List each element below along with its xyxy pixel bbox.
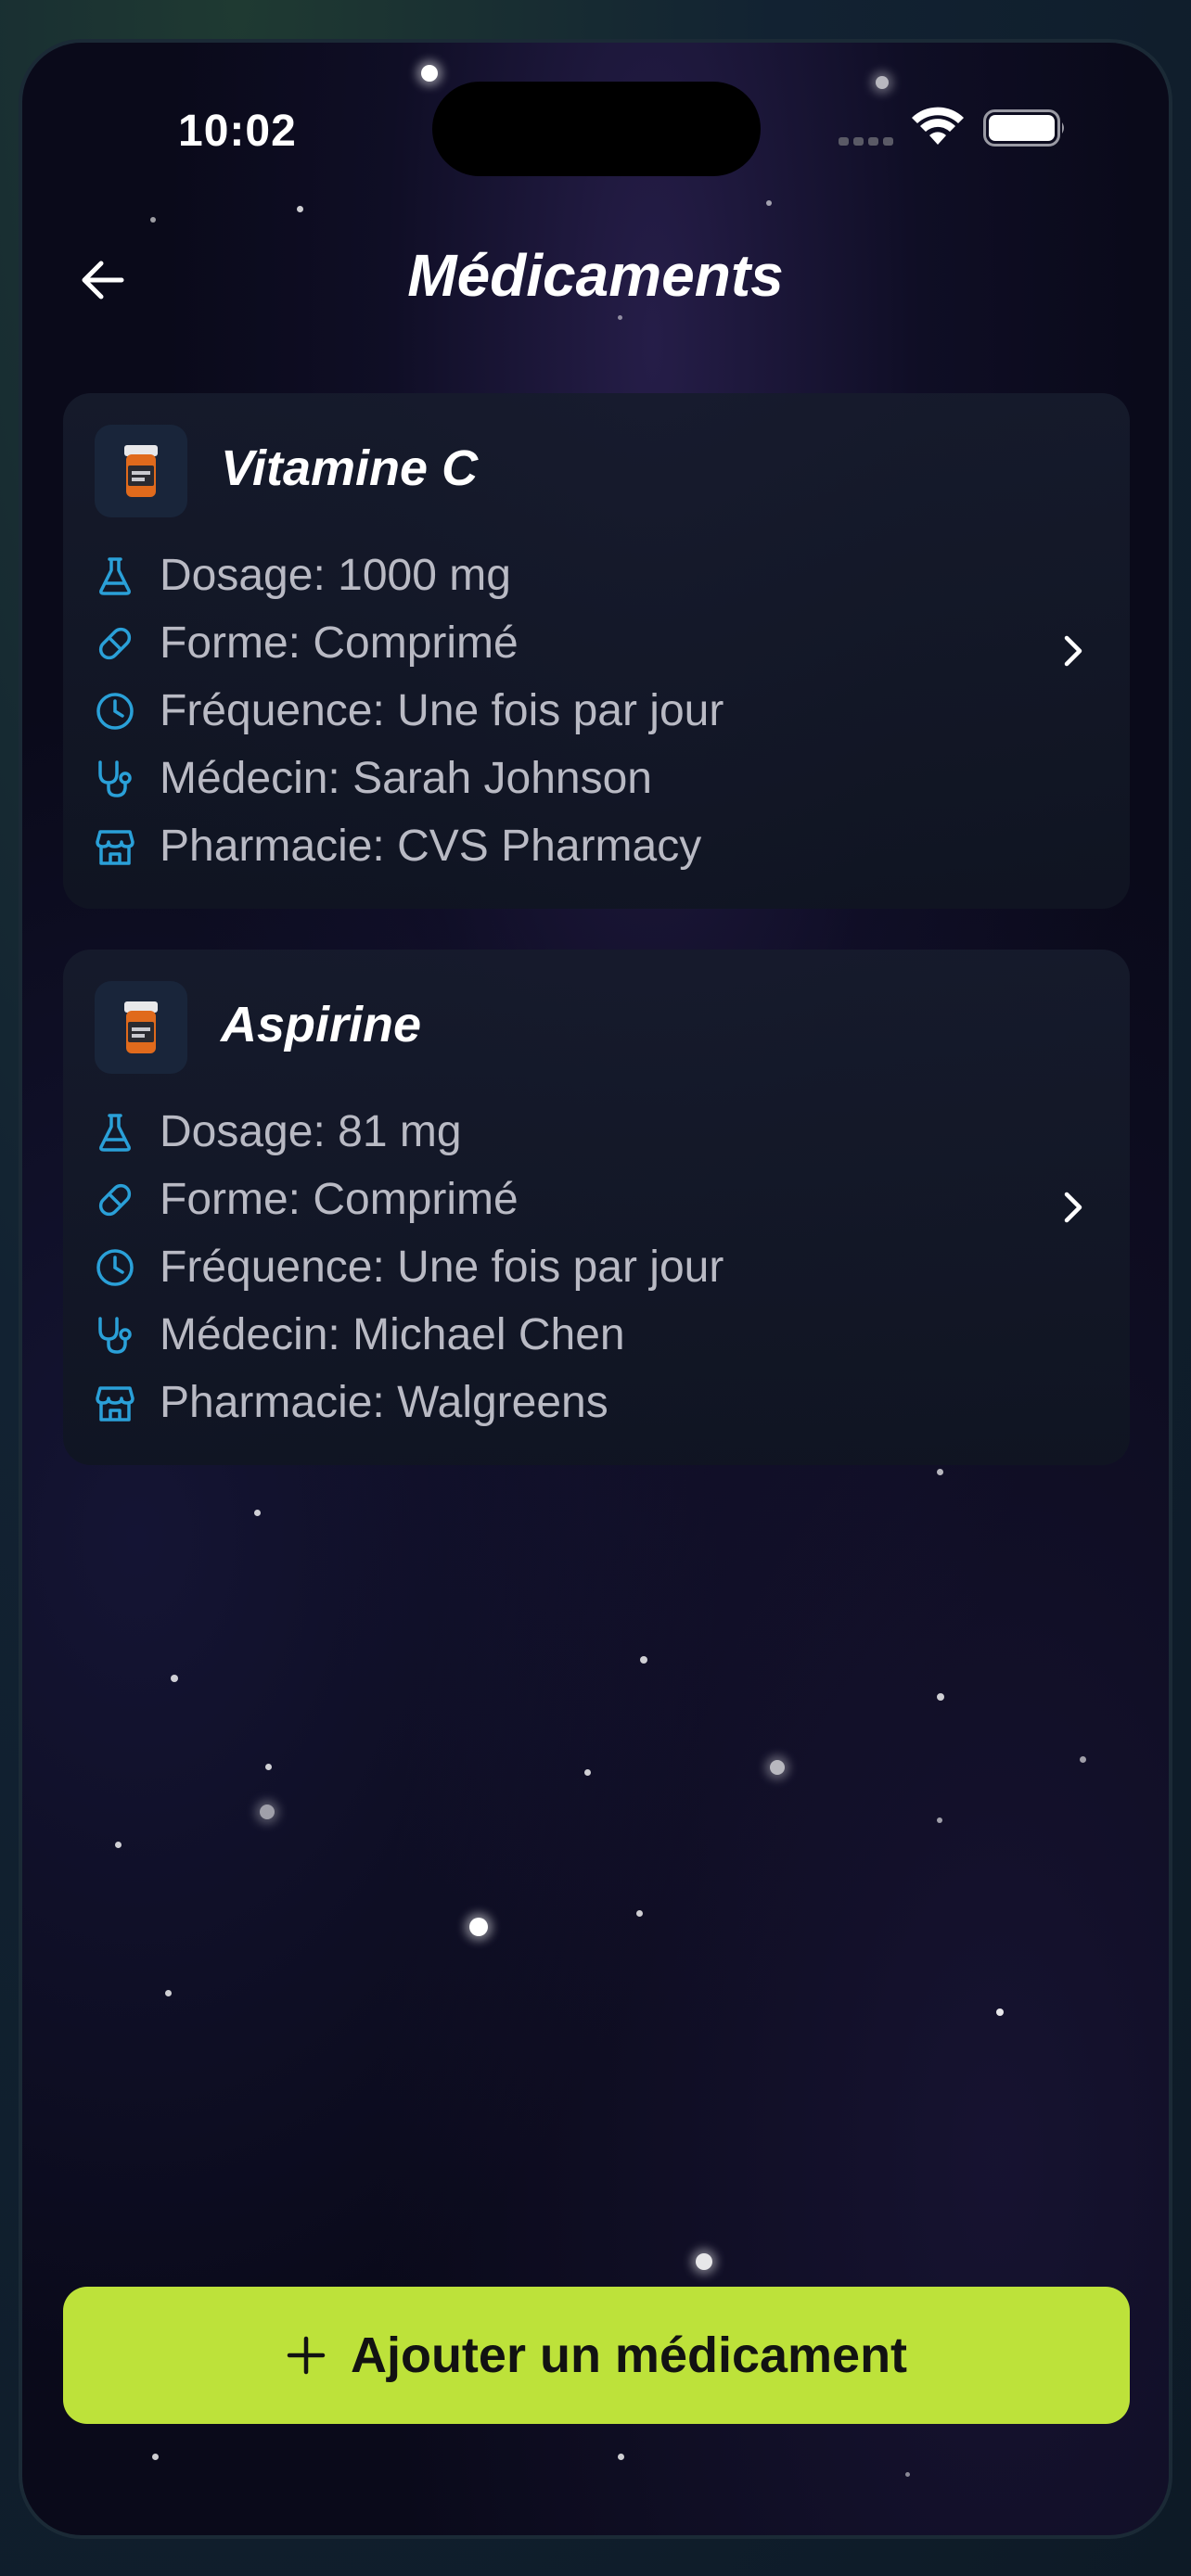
dosage-row: Dosage: 1000 mg <box>95 542 724 609</box>
star <box>618 2454 624 2460</box>
cellular-signal-icon <box>839 137 898 148</box>
star <box>905 2472 910 2477</box>
page-title: Médicaments <box>407 242 784 309</box>
form-row: Forme: Comprimé <box>95 1166 724 1233</box>
star <box>937 1693 944 1701</box>
pill-bottle-icon <box>95 425 187 517</box>
add-medication-button[interactable]: Ajouter un médicament <box>63 2287 1130 2424</box>
pharmacy-row: Pharmacie: CVS Pharmacy <box>95 812 724 880</box>
pharmacy-row: Pharmacie: Walgreens <box>95 1369 724 1436</box>
pharmacy-text: Pharmacie: Walgreens <box>160 1378 608 1427</box>
dynamic-island <box>432 82 761 176</box>
star <box>165 1990 172 1996</box>
pill-icon <box>95 1180 135 1220</box>
app-screen: 10:02 Médicaments Vitamine C Dosage: 100… <box>22 43 1169 2535</box>
star <box>171 1675 178 1682</box>
medication-card-vitamine-c[interactable]: Vitamine C Dosage: 1000 mg Forme: Compri… <box>63 393 1130 909</box>
pill-bottle-icon <box>95 981 187 1074</box>
device-frame: 10:02 Médicaments Vitamine C Dosage: 100… <box>0 0 1191 2576</box>
star <box>618 315 622 320</box>
chevron-right-icon <box>1064 1192 1082 1223</box>
clock-icon <box>95 1247 135 1288</box>
store-icon <box>95 826 135 867</box>
clock-icon <box>95 691 135 732</box>
star <box>770 1760 785 1775</box>
doctor-row: Médecin: Sarah Johnson <box>95 745 724 812</box>
medication-card-aspirine[interactable]: Aspirine Dosage: 81 mg Forme: Comprimé F… <box>63 950 1130 1465</box>
medication-name: Aspirine <box>221 997 422 1052</box>
wifi-icon <box>912 107 964 145</box>
form-text: Forme: Comprimé <box>160 1175 519 1224</box>
stethoscope-icon <box>95 1315 135 1356</box>
medication-details: Dosage: 1000 mg Forme: Comprimé Fréquenc… <box>95 542 724 880</box>
stethoscope-icon <box>95 759 135 799</box>
pharmacy-text: Pharmacie: CVS Pharmacy <box>160 822 702 871</box>
doctor-row: Médecin: Michael Chen <box>95 1301 724 1369</box>
star <box>115 1842 122 1848</box>
star <box>1080 1756 1086 1763</box>
star <box>696 2253 712 2270</box>
frequency-text: Fréquence: Une fois par jour <box>160 1243 724 1292</box>
medication-name: Vitamine C <box>221 440 479 496</box>
star <box>152 2454 159 2460</box>
status-time: 10:02 <box>178 107 297 156</box>
star <box>254 1510 261 1516</box>
chevron-right-icon <box>1064 635 1082 667</box>
doctor-text: Médecin: Michael Chen <box>160 1310 625 1359</box>
star <box>297 206 303 212</box>
star <box>937 1817 942 1823</box>
dosage-row: Dosage: 81 mg <box>95 1098 724 1166</box>
frequency-row: Fréquence: Une fois par jour <box>95 1233 724 1301</box>
star <box>260 1804 275 1819</box>
star <box>937 1469 943 1475</box>
star <box>640 1656 647 1664</box>
star <box>469 1918 488 1936</box>
doctor-text: Médecin: Sarah Johnson <box>160 754 652 803</box>
medication-details: Dosage: 81 mg Forme: Comprimé Fréquence:… <box>95 1098 724 1436</box>
form-row: Forme: Comprimé <box>95 609 724 677</box>
star <box>584 1769 591 1776</box>
dosage-text: Dosage: 1000 mg <box>160 551 511 600</box>
star <box>996 2009 1004 2016</box>
flask-icon <box>95 555 135 596</box>
form-text: Forme: Comprimé <box>160 618 519 668</box>
plus-icon <box>287 2336 326 2375</box>
store-icon <box>95 1383 135 1423</box>
dosage-text: Dosage: 81 mg <box>160 1107 462 1156</box>
battery-icon <box>983 109 1064 147</box>
flask-icon <box>95 1112 135 1153</box>
frequency-text: Fréquence: Une fois par jour <box>160 686 724 735</box>
star <box>150 217 156 223</box>
star <box>766 200 772 206</box>
add-medication-label: Ajouter un médicament <box>350 2327 908 2383</box>
star <box>265 1764 272 1770</box>
frequency-row: Fréquence: Une fois par jour <box>95 677 724 745</box>
star <box>876 76 889 89</box>
star <box>636 1910 643 1917</box>
pill-icon <box>95 623 135 664</box>
star <box>421 65 438 82</box>
